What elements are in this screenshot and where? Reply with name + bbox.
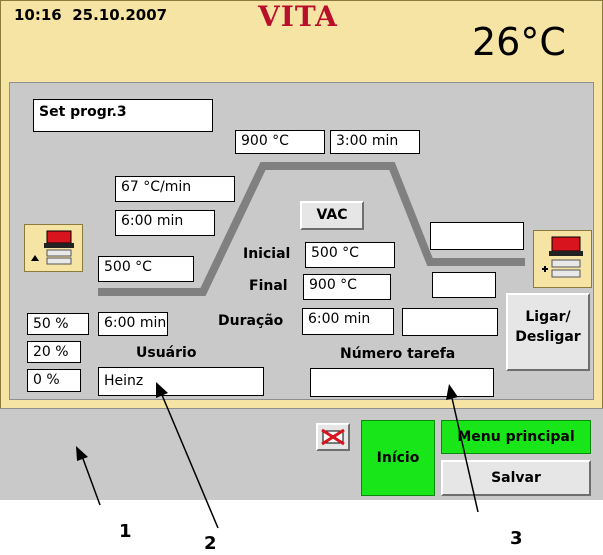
lift-level-20[interactable]: 20 % — [27, 341, 81, 363]
vac-end-label: Final — [249, 278, 288, 294]
vac-start-field[interactable]: 500 °C — [305, 242, 395, 268]
save-button[interactable]: Salvar — [441, 460, 591, 496]
heating-time-field[interactable]: 6:00 min — [115, 210, 215, 236]
message-icon[interactable] — [316, 423, 350, 451]
brand-logo: VITA — [258, 0, 338, 33]
power-button-label: Ligar/ Desligar — [515, 309, 581, 345]
lift-close-icon[interactable] — [24, 224, 83, 272]
power-on-off-button[interactable]: Ligar/ Desligar — [506, 293, 590, 371]
clock-time: 10:16 — [14, 6, 62, 24]
lift-level-50[interactable]: 50 % — [27, 313, 89, 335]
clock-date: 25.10.2007 — [72, 6, 168, 24]
vac-duration-label: Duração — [218, 313, 284, 329]
task-number-field[interactable] — [310, 368, 494, 397]
vac-duration-field[interactable]: 6:00 min — [302, 308, 394, 335]
start-temperature-field[interactable]: 500 °C — [98, 256, 194, 282]
lift-open-icon[interactable] — [533, 230, 592, 288]
lift-time-field[interactable]: 6:00 min — [98, 312, 168, 336]
hold-time-field[interactable]: 3:00 min — [330, 130, 420, 154]
vac-start-label: Inicial — [243, 246, 291, 262]
lift-level-0[interactable]: 0 % — [27, 369, 81, 392]
vac-end-field[interactable]: 900 °C — [303, 274, 391, 300]
annotation-1: 1 — [119, 521, 132, 542]
long-cooling-field[interactable] — [402, 308, 498, 336]
annotation-2: 2 — [204, 533, 217, 554]
program-name-field[interactable]: Set progr.3 — [33, 99, 213, 132]
heating-rate-field[interactable]: 67 °C/min — [115, 176, 235, 202]
user-label: Usuário — [136, 345, 197, 361]
cooling-field[interactable] — [430, 222, 524, 250]
vac-button[interactable]: VAC — [300, 201, 364, 230]
header-datetime: 10:16 25.10.2007 — [14, 6, 167, 24]
annotation-3: 3 — [510, 528, 523, 549]
start-button[interactable]: Início — [361, 420, 435, 496]
task-number-label: Número tarefa — [340, 346, 456, 362]
hold-temperature-field[interactable]: 900 °C — [235, 130, 325, 154]
main-menu-button[interactable]: Menu principal — [441, 420, 591, 454]
cooling-time-field[interactable] — [432, 272, 496, 298]
user-field[interactable]: Heinz — [98, 367, 264, 396]
chamber-temperature: 26°C — [472, 20, 566, 64]
